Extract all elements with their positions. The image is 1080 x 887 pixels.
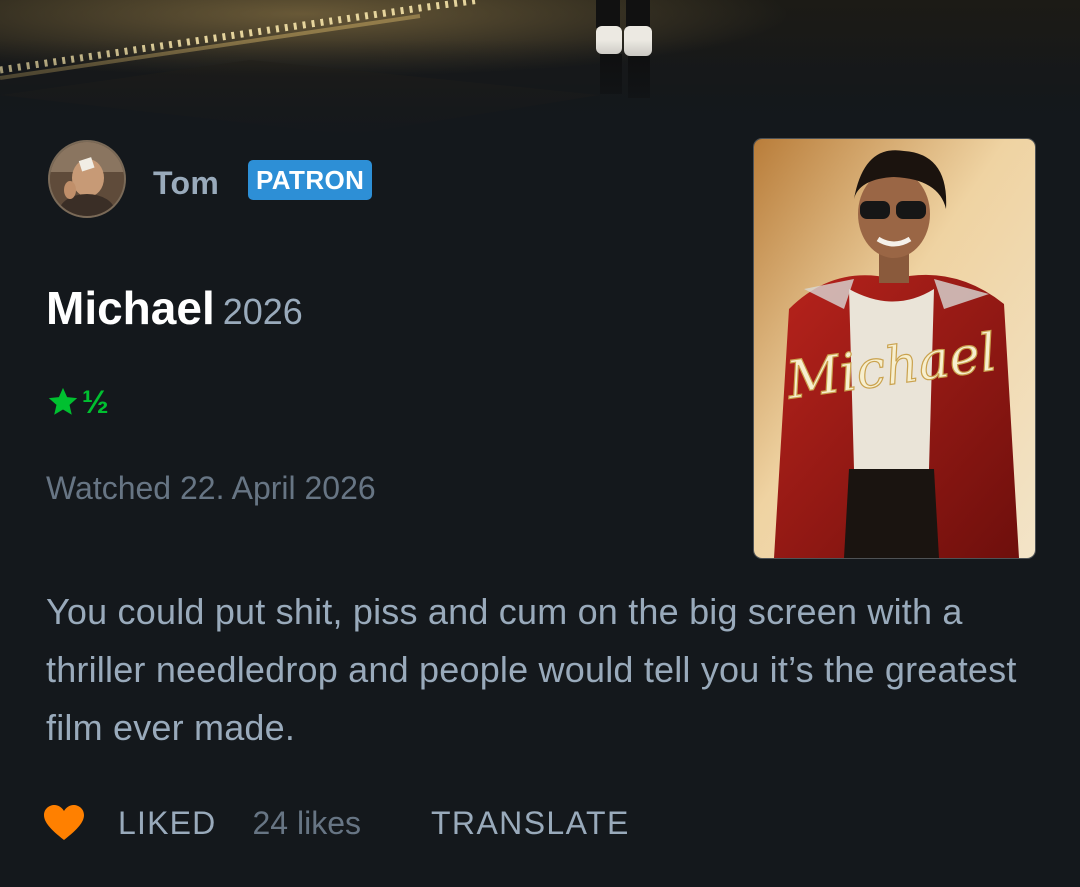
- star-rating: ½: [46, 378, 109, 426]
- film-year[interactable]: 2026: [223, 291, 303, 332]
- patron-badge: PATRON: [248, 160, 373, 200]
- review-actions: LIKED 24 likes TRANSLATE: [44, 800, 630, 846]
- backdrop-image: [0, 0, 1080, 140]
- film-poster[interactable]: Michael: [754, 139, 1035, 558]
- star-icon: [48, 387, 78, 415]
- liked-label[interactable]: LIKED: [118, 805, 216, 842]
- heart-icon[interactable]: [44, 805, 84, 841]
- review-body: You could put shit, piss and cum on the …: [46, 591, 1017, 748]
- watched-date: Watched 22. April 2026: [46, 470, 376, 506]
- film-heading: Michael 2026: [46, 278, 303, 350]
- half-star-glyph: ½: [82, 384, 109, 420]
- author-name[interactable]: Tom: [153, 163, 219, 203]
- film-title[interactable]: Michael: [46, 282, 215, 334]
- user-avatar[interactable]: [48, 140, 126, 218]
- likes-count[interactable]: 24 likes: [252, 805, 361, 842]
- translate-button[interactable]: TRANSLATE: [431, 805, 630, 842]
